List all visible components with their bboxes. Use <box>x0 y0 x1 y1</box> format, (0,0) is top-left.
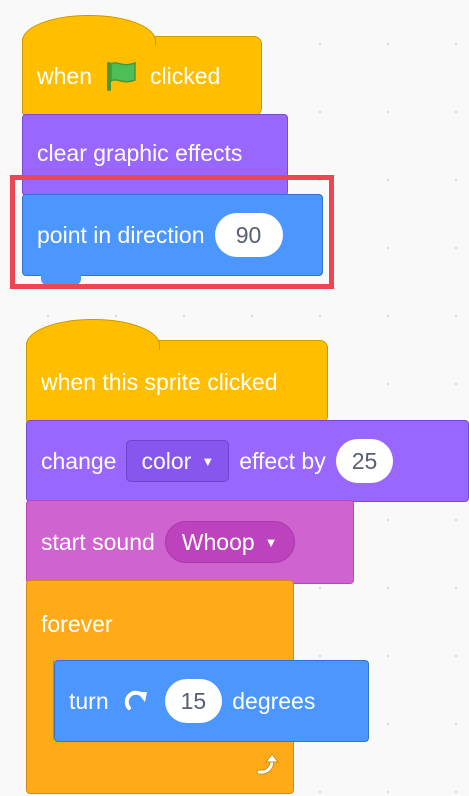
change-label: change <box>41 447 117 474</box>
forever-label: forever <box>41 611 113 637</box>
degrees-label: degrees <box>232 687 316 714</box>
effect-dropdown-value: color <box>141 447 192 474</box>
forever-side-arm <box>26 660 54 742</box>
forever-top-arm: forever <box>26 580 294 662</box>
forever-bottom-arm <box>26 740 294 794</box>
start-sound-block[interactable]: start sound Whoop ▼ <box>26 500 354 593</box>
effect-amount-input[interactable]: 25 <box>335 439 394 483</box>
turn-degrees-block[interactable]: turn 15 degrees <box>54 660 369 742</box>
hat-cap <box>26 319 160 350</box>
effect-by-label: effect by <box>239 447 326 474</box>
hat-suffix: clicked <box>149 62 221 89</box>
start-sound-label: start sound <box>41 528 155 555</box>
caret-down-icon: ▼ <box>201 453 215 469</box>
clear-graphic-effects-label: clear graphic effects <box>37 139 243 166</box>
when-this-sprite-clicked-label: when this sprite clicked <box>41 368 278 395</box>
when-flag-clicked-block[interactable]: when clicked <box>22 15 262 116</box>
caret-down-icon: ▼ <box>264 534 278 550</box>
degrees-input[interactable]: 15 <box>164 679 223 723</box>
hat-prefix: when <box>37 62 92 89</box>
turn-label: turn <box>69 687 109 714</box>
change-effect-block[interactable]: change color ▼ effect by 25 <box>26 420 469 511</box>
rotate-clockwise-icon <box>121 686 151 716</box>
sound-dropdown[interactable]: Whoop ▼ <box>164 521 295 563</box>
sound-dropdown-value: Whoop <box>181 528 255 555</box>
hat-cap <box>22 15 156 46</box>
when-this-sprite-clicked-block[interactable]: when this sprite clicked <box>26 319 328 424</box>
highlight-box <box>10 175 334 289</box>
effect-dropdown[interactable]: color ▼ <box>126 440 230 482</box>
loop-arrow-icon <box>255 752 281 783</box>
green-flag-icon <box>104 59 138 93</box>
